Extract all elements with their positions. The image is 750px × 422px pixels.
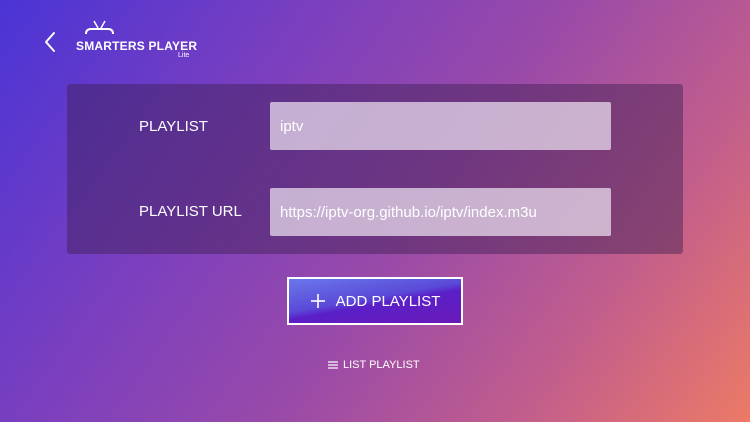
logo-subtitle: Lite	[178, 52, 190, 59]
playlist-url-label: PLAYLIST URL	[139, 203, 242, 220]
add-playlist-label: ADD PLAYLIST	[335, 292, 441, 310]
playlist-url-input[interactable]: https://iptv-org.github.io/iptv/index.m3…	[270, 188, 611, 236]
playlist-name-input[interactable]: iptv	[270, 102, 611, 150]
app-logo: SMARTERS PLAYER Lite	[72, 20, 198, 60]
playlist-url-value: https://iptv-org.github.io/iptv/index.m3…	[280, 203, 537, 221]
add-playlist-button[interactable]: ADD PLAYLIST	[287, 277, 463, 325]
list-icon	[328, 361, 338, 369]
plus-icon	[310, 294, 325, 308]
list-playlist-label: LIST PLAYLIST	[343, 359, 420, 371]
playlist-form: PLAYLIST iptv PLAYLIST URL https://iptv-…	[67, 84, 683, 254]
chevron-left-icon	[45, 32, 55, 52]
list-playlist-link[interactable]: LIST PLAYLIST	[328, 357, 420, 373]
playlist-label: PLAYLIST	[139, 118, 208, 135]
logo-title: SMARTERS PLAYER	[76, 39, 198, 53]
playlist-name-value: iptv	[280, 117, 304, 135]
back-button[interactable]	[38, 28, 62, 56]
